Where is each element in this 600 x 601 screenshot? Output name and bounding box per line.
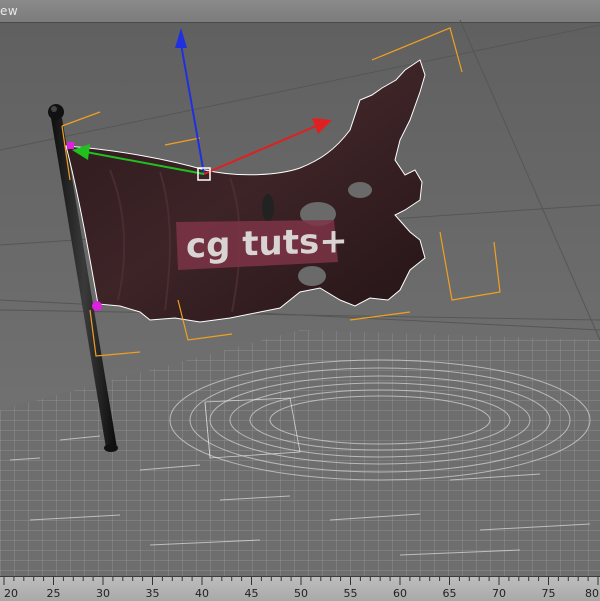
timeline-ruler[interactable]: 20 25 30 35 40 45 50 55 60 65 70 75 80 [0, 576, 600, 601]
ground-grid [0, 330, 600, 576]
flag-logo: cg tuts+ [176, 220, 348, 270]
timeline-tick-label: 40 [195, 587, 209, 600]
timeline-tick-label: 45 [245, 587, 259, 600]
logo-text: cg tuts+ [186, 221, 348, 267]
perspective-viewport[interactable]: ew cg tuts+ [0, 0, 600, 576]
timeline-tick-label: 65 [443, 587, 457, 600]
timeline-tick-label: 20 [4, 587, 18, 600]
timeline-tick-label: 25 [47, 587, 61, 600]
timeline-tick-label: 55 [344, 587, 358, 600]
timeline-tick-label: 30 [96, 587, 110, 600]
timeline-tick-label: 50 [294, 587, 308, 600]
timeline-tick-label: 80 [585, 587, 599, 600]
move-gizmo-icon[interactable] [72, 28, 332, 181]
timeline-tick-label: 75 [542, 587, 556, 600]
timeline-tick-label: 60 [393, 587, 407, 600]
timeline-tick-label: 70 [492, 587, 506, 600]
scene-canvas[interactable]: cg tuts+ [0, 0, 600, 576]
timeline-tick-label: 35 [146, 587, 160, 600]
